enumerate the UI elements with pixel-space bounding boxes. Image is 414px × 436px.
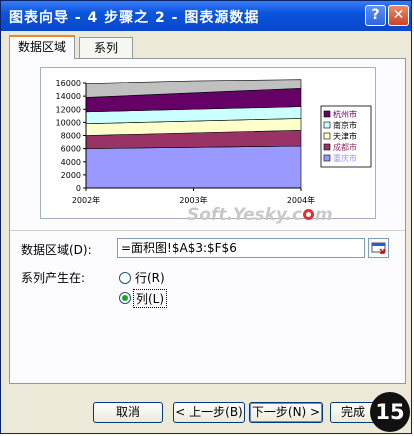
watermark-logo-icon xyxy=(303,209,315,220)
next-button[interactable]: 下一步(N) > xyxy=(249,402,323,423)
legend-swatch xyxy=(323,121,331,129)
column-option-label[interactable]: 列(L) xyxy=(133,289,168,308)
y-tick-label: 4000 xyxy=(61,158,81,167)
window-title: 图表向导 - 4 步骤之 2 - 图表源数据 xyxy=(9,10,260,26)
back-button[interactable]: < 上一步(B) xyxy=(173,402,245,423)
collapse-dialog-icon xyxy=(371,242,386,254)
watermark-text-tail: m xyxy=(315,205,333,225)
chart-preview: 0 2000 4000 6000 8000 10000 12000 14000 16000 200… xyxy=(40,67,376,219)
close-button[interactable]: ✕ xyxy=(388,5,409,26)
watermark: Soft.Yesky.c m xyxy=(187,205,333,225)
y-tick-label: 16000 xyxy=(56,79,81,88)
cancel-button[interactable]: 取消 xyxy=(93,402,163,423)
area-series-0 xyxy=(85,145,302,189)
y-tick-label: 8000 xyxy=(61,132,81,141)
watermark-text: Soft.Yesky.c xyxy=(187,205,303,225)
x-tick-label: 2003年 xyxy=(179,195,207,205)
row-radio[interactable] xyxy=(119,272,131,284)
legend-label: 重庆市 xyxy=(333,153,357,163)
legend-swatch xyxy=(323,132,331,140)
x-tick-label: 2002年 xyxy=(72,195,100,205)
column-radio[interactable] xyxy=(119,292,131,304)
y-tick-label: 2000 xyxy=(61,171,81,180)
data-range-input[interactable]: =面积图!$A$3:$F$6 xyxy=(117,238,365,258)
y-tick-label: 6000 xyxy=(61,145,81,154)
collapse-dialog-button[interactable] xyxy=(368,238,389,258)
tab-data-range[interactable]: 数据区域 xyxy=(9,35,75,59)
chart-wizard-dialog: 图表向导 - 4 步骤之 2 - 图表源数据 ? ✕ 数据区域 系列 0 2000… xyxy=(0,0,412,434)
help-button[interactable]: ? xyxy=(365,5,386,26)
series-in-label: 系列产生在: xyxy=(21,271,86,285)
tab-series[interactable]: 系列 xyxy=(79,37,133,58)
y-tick-label: 12000 xyxy=(56,105,81,114)
x-tick-label: 2004年 xyxy=(287,195,315,205)
step-number-badge: 15 xyxy=(370,392,410,432)
range-label: 数据区域(D): xyxy=(21,243,92,257)
legend-label: 南京市 xyxy=(333,120,357,130)
area-chart: 0 2000 4000 6000 8000 10000 12000 14000 16000 200… xyxy=(56,79,372,205)
y-tick-label: 14000 xyxy=(56,92,81,101)
y-tick-label: 10000 xyxy=(56,118,81,127)
legend-label: 天津市 xyxy=(333,131,357,141)
legend-label: 杭州市 xyxy=(333,109,357,119)
legend-swatch xyxy=(323,154,331,162)
y-tick-label: 0 xyxy=(76,184,81,193)
legend-swatch xyxy=(323,143,331,151)
title-bar[interactable]: 图表向导 - 4 步骤之 2 - 图表源数据 ? ✕ xyxy=(1,1,411,31)
legend-label: 成都市 xyxy=(333,142,357,152)
radio-selected-dot xyxy=(122,295,128,301)
divider xyxy=(10,230,405,231)
legend-swatch xyxy=(323,110,331,118)
row-option-label[interactable]: 行(R) xyxy=(135,269,165,286)
